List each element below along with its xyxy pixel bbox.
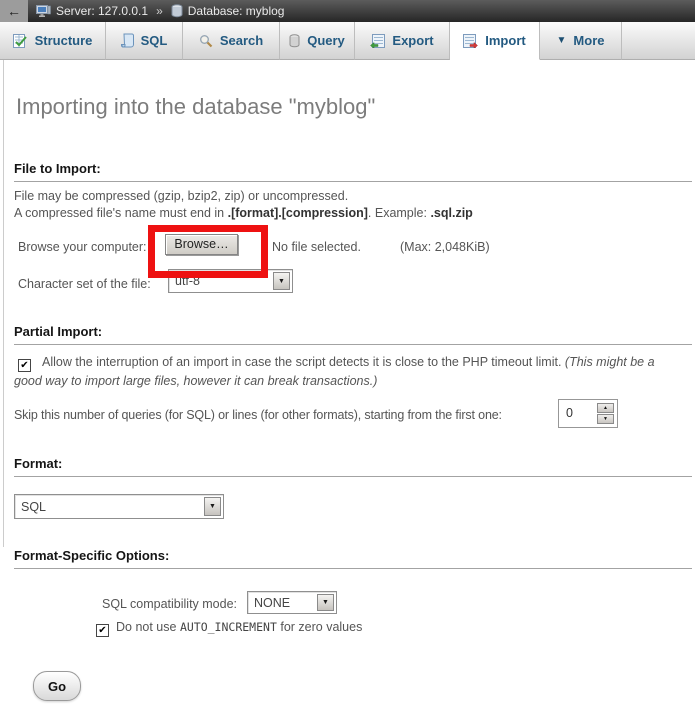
tab-bar-filler <box>622 22 695 60</box>
nav-panel-divider <box>3 60 4 547</box>
format-select-value: SQL <box>21 500 46 514</box>
tab-label: SQL <box>141 33 168 48</box>
autoinc-label-suffix: for zero values <box>277 620 362 634</box>
section-heading-partial-import: Partial Import: <box>14 324 692 345</box>
stepper-up-button[interactable]: ▲ <box>597 403 614 413</box>
skip-queries-value: 0 <box>562 403 597 424</box>
breadcrumb-separator: » <box>156 4 163 18</box>
skip-queries-label: Skip this number of queries (for SQL) or… <box>14 408 502 422</box>
go-button[interactable]: Go <box>33 671 81 701</box>
nav-back-button[interactable]: ← <box>0 0 28 22</box>
tab-label: Search <box>220 33 263 48</box>
section-heading-format-options: Format-Specific Options: <box>14 548 692 569</box>
breadcrumb-server-link[interactable]: Server: 127.0.0.1 <box>56 4 148 18</box>
sql-compat-select-value: NONE <box>254 596 290 610</box>
file-status-text: No file selected. <box>272 240 361 254</box>
max-size-text: (Max: 2,048KiB) <box>400 240 490 254</box>
charset-label: Character set of the file: <box>18 277 151 291</box>
tab-label: Query <box>307 33 345 48</box>
up-arrow-icon: ▲ <box>603 405 608 411</box>
section-heading-file-to-import: File to Import: <box>14 161 692 182</box>
structure-icon <box>13 34 28 48</box>
file-import-description: File may be compressed (gzip, bzip2, zip… <box>14 188 473 221</box>
autoinc-code: AUTO_INCREMENT <box>180 620 277 634</box>
compress-info-text: File may be compressed (gzip, bzip2, zip… <box>14 189 348 203</box>
check-icon: ✔ <box>20 360 28 371</box>
tab-label: Structure <box>35 33 93 48</box>
stepper-down-button[interactable]: ▼ <box>597 414 614 424</box>
autoinc-label-prefix: Do not use <box>116 620 180 634</box>
tab-bar: Structure SQL Search Query Export Import… <box>0 22 695 60</box>
autoinc-row: ✔ Do not use AUTO_INCREMENT for zero valu… <box>96 620 362 637</box>
allow-interrupt-label: Allow the interruption of an import in c… <box>42 355 565 369</box>
breadcrumb-database-link[interactable]: Database: myblog <box>188 4 285 18</box>
tab-label: More <box>573 33 604 48</box>
tab-more[interactable]: ▼ More <box>540 22 622 60</box>
autoinc-checkbox[interactable]: ✔ <box>96 624 109 637</box>
dropdown-arrow-icon: ▼ <box>317 594 334 611</box>
tab-search[interactable]: Search <box>183 22 280 60</box>
chevron-down-icon: ▼ <box>557 36 567 46</box>
server-icon <box>36 4 51 18</box>
name-rule-text: A compressed file's name must end in <box>14 206 228 220</box>
check-icon: ✔ <box>98 625 106 636</box>
tab-structure[interactable]: Structure <box>0 22 106 60</box>
import-icon <box>463 34 478 48</box>
sql-compat-label: SQL compatibility mode: <box>102 597 237 611</box>
stepper-buttons: ▲ ▼ <box>597 403 614 424</box>
sql-icon <box>121 33 134 48</box>
back-arrow-icon: ← <box>7 3 21 19</box>
name-rule-format: .[format].[compression] <box>228 206 368 220</box>
tab-sql[interactable]: SQL <box>106 22 183 60</box>
skip-queries-stepper[interactable]: 0 ▲ ▼ <box>558 399 618 428</box>
name-rule-example: .sql.zip <box>430 206 472 220</box>
dropdown-arrow-icon: ▼ <box>204 497 221 516</box>
tab-import[interactable]: Import <box>450 22 540 60</box>
dropdown-arrow-icon: ▼ <box>273 272 290 290</box>
browse-label: Browse your computer: <box>18 240 147 254</box>
section-heading-format: Format: <box>14 456 692 477</box>
search-icon <box>199 34 213 48</box>
page-title: Importing into the database "myblog" <box>16 94 375 120</box>
export-icon <box>370 34 385 48</box>
tab-export[interactable]: Export <box>355 22 450 60</box>
breadcrumb-bar: ← Server: 127.0.0.1 » Database: myblog <box>0 0 695 22</box>
allow-interrupt-checkbox[interactable]: ✔ <box>18 359 31 372</box>
name-rule-mid: . Example: <box>368 206 431 220</box>
database-icon <box>171 4 183 18</box>
tab-query[interactable]: Query <box>280 22 355 60</box>
sql-compat-select[interactable]: NONE ▼ <box>247 591 337 614</box>
breadcrumb: Server: 127.0.0.1 » Database: myblog <box>36 4 284 18</box>
query-icon <box>289 34 300 48</box>
highlight-rectangle <box>148 225 268 278</box>
tab-label: Export <box>392 33 433 48</box>
allow-interrupt-row: ✔ Allow the interruption of an import in … <box>14 353 684 390</box>
format-select[interactable]: SQL ▼ <box>14 494 224 519</box>
tab-label: Import <box>485 33 525 48</box>
down-arrow-icon: ▼ <box>603 416 608 422</box>
